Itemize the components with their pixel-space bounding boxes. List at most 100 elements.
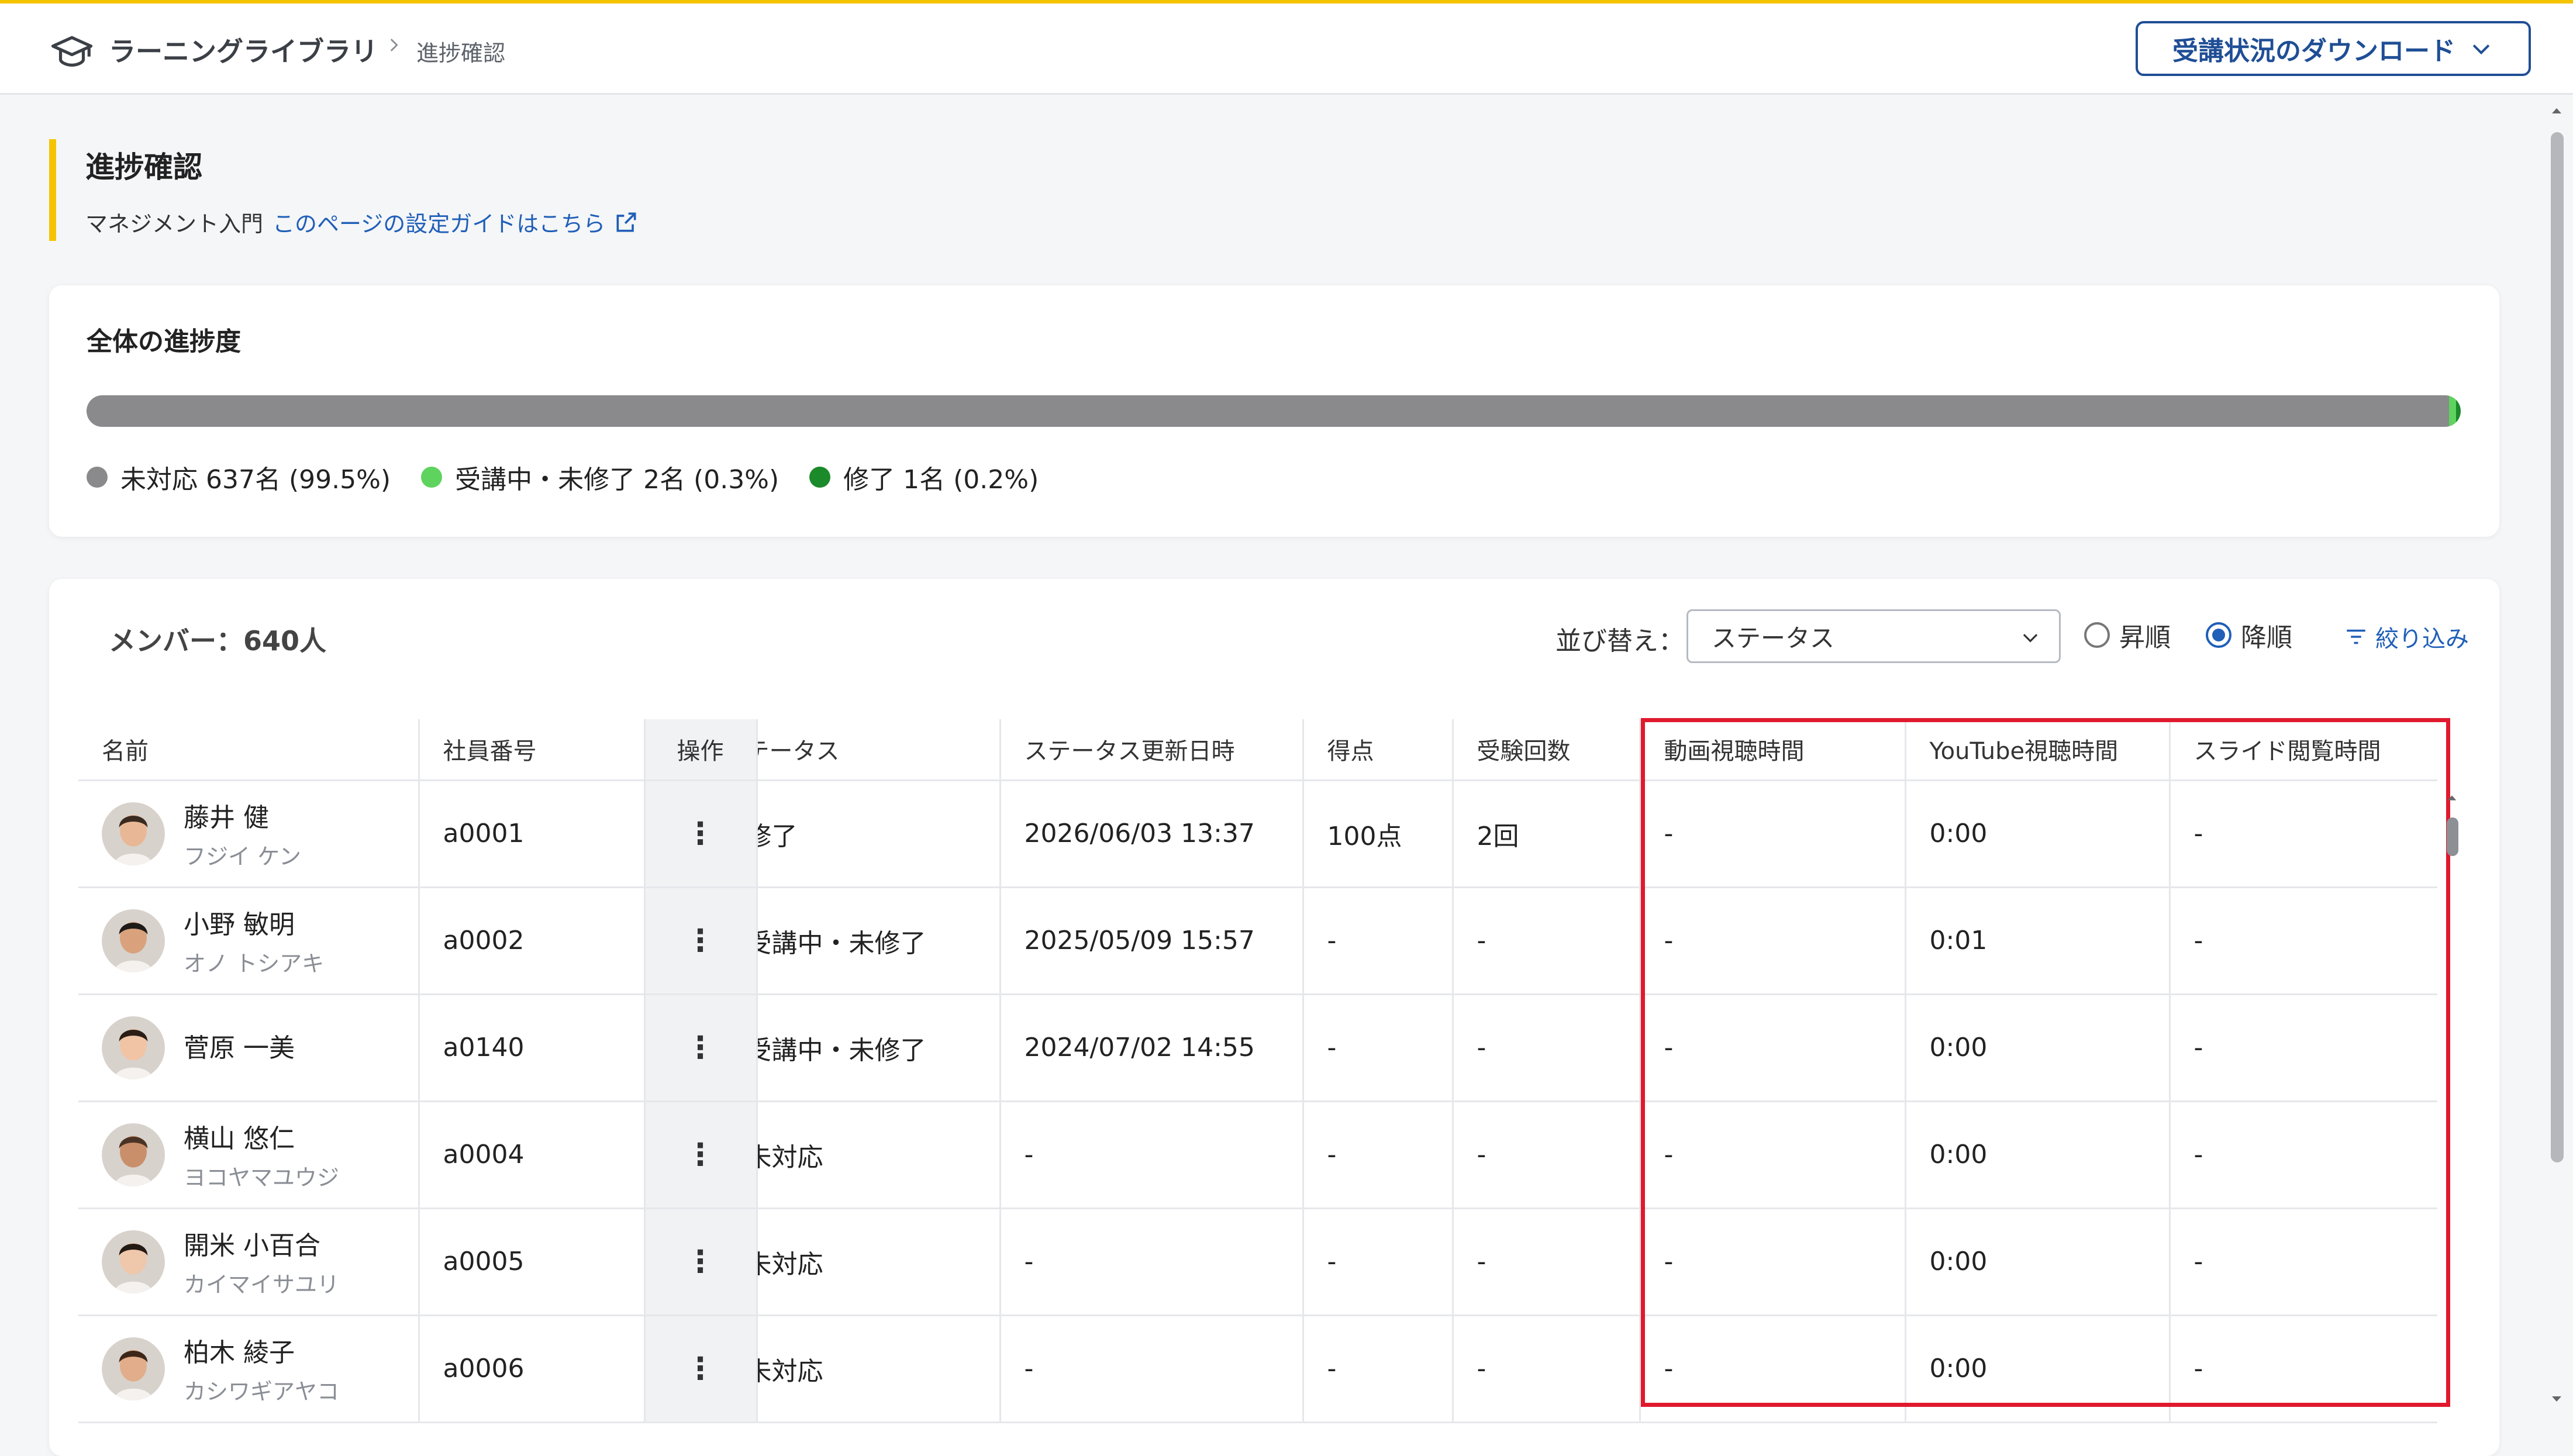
legend-label: 受講中・未修了 2名 (0.3%)	[455, 465, 780, 495]
table-row[interactable]: 開米 小百合カイマイサユリa0005⋮未対応----0:00-	[78, 1208, 2437, 1316]
sort-descending-radio[interactable]: 降順	[2206, 616, 2292, 654]
table-row[interactable]: 菅原 一美 a0140 ⋮ 受講中・未修了 2024/07/02 14:55- - -0:0…	[78, 994, 2437, 1102]
cell-youtube-time: 0:00	[1905, 994, 2171, 1102]
member-name-text: 小野 敏明オノ トシアキ	[184, 903, 324, 978]
member-name-text: 藤井 健フジイ ケン	[184, 796, 301, 871]
member-name[interactable]: 藤井 健	[184, 796, 301, 834]
more-actions-icon[interactable]: ⋮	[685, 816, 716, 851]
progress-title: 全体の進捗度	[87, 327, 241, 357]
table-scrollbar-thumb[interactable]	[2447, 817, 2458, 856]
member-name-kana: フジイ ケン	[184, 844, 301, 870]
sort-label: 並び替え：	[1555, 626, 1684, 656]
column-header-status-label: テータス	[757, 738, 840, 765]
member-name-cell: 開米 小百合 カイマイサユリ	[102, 1224, 417, 1299]
legend-item: 受講中・未修了 2名 (0.3%)	[421, 458, 779, 496]
progress-legend: 未対応 637名 (99.5%) 受講中・未修了 2名 (0.3%) 修了 1名 (…	[87, 458, 1039, 496]
progress-bar	[87, 395, 2461, 427]
cell-youtube-time: 0:00	[1905, 1208, 2171, 1316]
member-name-cell: 小野 敏明オノ トシアキ	[102, 903, 417, 978]
cell-actions: ⋮	[644, 780, 758, 888]
cell-slide-time: -	[2170, 1101, 2437, 1209]
cell-score: -	[1303, 1315, 1454, 1423]
more-actions-icon[interactable]: ⋮	[685, 1137, 716, 1172]
member-name-kana: オノ トシアキ	[184, 951, 325, 977]
member-name[interactable]: 小野 敏明	[184, 903, 324, 941]
table-row[interactable]: 横山 悠仁ヨコヤマユウジa0004⋮未対応----0:00-	[78, 1101, 2437, 1209]
title-accent-bar	[49, 139, 56, 241]
member-name-cell: 横山 悠仁 ヨコヤマユウジ	[102, 1117, 417, 1192]
column-header-youtube-time[interactable]: YouTube視聴時間	[1905, 719, 2171, 781]
table-row[interactable]: 小野 敏明 オノ トシアキ a0002 ⋮ 受講中・未修了 2025/05/09 15:5…	[78, 887, 2437, 995]
cell-employee-id: a0001	[419, 780, 646, 888]
sort-ascending-radio[interactable]: 昇順	[2084, 616, 2171, 654]
page-subtitle: マネジメント入門 このページの設定ガイドはこちら	[85, 206, 639, 238]
sort-descending-label: 降順	[2241, 623, 2292, 653]
filter-button[interactable]: 絞り込み	[2344, 620, 2469, 654]
more-actions-icon[interactable]: ⋮	[685, 1351, 716, 1386]
cell-employee-id: a0006	[419, 1315, 646, 1423]
more-actions-icon[interactable]: ⋮	[685, 1244, 716, 1279]
member-name[interactable]: 開米 小百合	[184, 1224, 339, 1262]
breadcrumb-root[interactable]: ラーニングライブラリ	[109, 30, 378, 69]
cell-video-time: -	[1640, 994, 1906, 1102]
member-count: メンバー：640人	[109, 625, 327, 657]
column-header-status-updated[interactable]: ステータス更新日時	[1000, 719, 1304, 781]
cell-score: -	[1303, 1208, 1454, 1316]
column-header-video-time[interactable]: 動画視聴時間	[1640, 719, 1906, 781]
status-text: 受講中・未修了	[757, 928, 926, 958]
cell-youtube-time: 0:00	[1905, 1101, 2171, 1209]
cell-youtube-time: 0:00	[1905, 1315, 2171, 1423]
column-header-name[interactable]: 名前	[78, 719, 420, 781]
cell-name: 藤井 健フジイ ケン	[78, 780, 420, 888]
status-text: 未対応	[757, 1142, 823, 1172]
member-name[interactable]: 柏木 綾子	[184, 1331, 339, 1369]
member-name-cell: 柏木 綾子カシワギアヤコ	[102, 1331, 417, 1406]
radio-circle-icon	[2206, 622, 2231, 648]
cell-employee-id: a0002	[419, 887, 646, 995]
cell-status-updated: 2024/07/02 14:55	[1000, 994, 1304, 1102]
cell-video-time: -	[1640, 1315, 1906, 1423]
cell-score: -	[1303, 887, 1454, 995]
more-actions-icon[interactable]: ⋮	[685, 1030, 716, 1065]
page-scrollbar-thumb[interactable]	[2551, 132, 2564, 1162]
member-name-kana: カシワギアヤコ	[184, 1379, 340, 1405]
cell-employee-id: a0005	[419, 1208, 646, 1316]
cell-status-updated: -	[1000, 1101, 1304, 1209]
cell-status: 修了	[757, 780, 1001, 888]
table-row[interactable]: 柏木 綾子カシワギアヤコa0006⋮未対応----0:00-	[78, 1315, 2437, 1423]
cell-status-updated: -	[1000, 1208, 1304, 1316]
member-name-cell: 菅原 一美	[102, 1016, 417, 1079]
cell-video-time: -	[1640, 780, 1906, 888]
legend-label: 修了 1名 (0.2%)	[843, 465, 1039, 495]
cell-status: 未対応	[757, 1315, 1001, 1423]
cell-slide-time: -	[2170, 887, 2437, 995]
cell-name: 開米 小百合 カイマイサユリ	[78, 1208, 420, 1316]
page-scroll-down-icon[interactable]	[2550, 1392, 2564, 1406]
page-scroll-up-icon[interactable]	[2550, 104, 2564, 118]
avatar	[102, 1337, 165, 1400]
cell-attempts: -	[1453, 1208, 1641, 1316]
column-header-score[interactable]: 得点	[1303, 719, 1454, 781]
table-scroll-up-icon[interactable]	[2446, 792, 2458, 805]
column-header-slide-time[interactable]: スライド閲覧時間	[2170, 719, 2437, 781]
status-text: 未対応	[757, 1249, 823, 1279]
download-progress-button[interactable]: 受講状況のダウンロード	[2136, 21, 2531, 76]
sort-select[interactable]: ステータス	[1686, 609, 2061, 663]
column-header-attempts[interactable]: 受験回数	[1453, 719, 1641, 781]
member-name[interactable]: 横山 悠仁	[184, 1117, 339, 1155]
external-link-icon[interactable]	[613, 209, 639, 235]
more-actions-icon[interactable]: ⋮	[685, 923, 716, 958]
chevron-right-icon	[390, 39, 398, 51]
app-root: ラーニングライブラリ 進捗確認 受講状況のダウンロード 進捗確認 マネジメント入…	[0, 0, 2573, 1456]
settings-guide-link[interactable]: このページの設定ガイドはこちら	[273, 206, 605, 238]
column-header-status[interactable]: テータス	[757, 719, 1001, 781]
member-name[interactable]: 菅原 一美	[184, 1027, 295, 1064]
member-name-text: 開米 小百合 カイマイサユリ	[184, 1224, 339, 1299]
legend-dot-icon	[421, 467, 443, 488]
cell-name: 柏木 綾子カシワギアヤコ	[78, 1315, 420, 1423]
column-header-employee-id[interactable]: 社員番号	[419, 719, 646, 781]
radio-circle-icon	[2084, 622, 2110, 648]
table-row[interactable]: 藤井 健フジイ ケン a0001 ⋮ 修了 2026/06/03 13:37100点2回…	[78, 780, 2437, 888]
column-header-actions: 操作	[644, 719, 758, 781]
cell-video-time: -	[1640, 1208, 1906, 1316]
